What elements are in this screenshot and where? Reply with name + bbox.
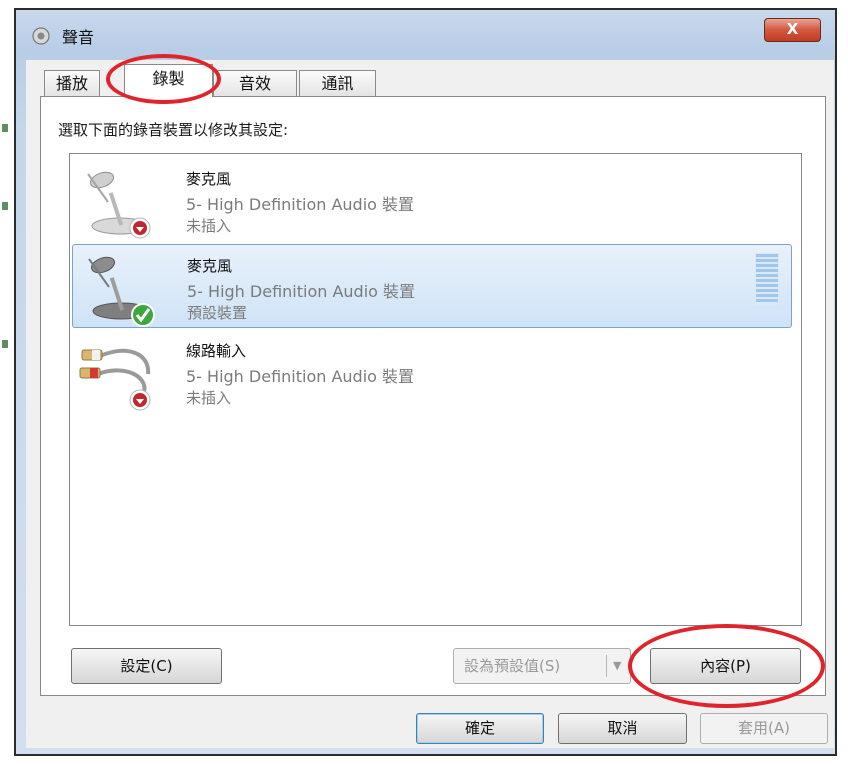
device-description: 5- High Definition Audio 裝置	[187, 282, 416, 301]
split-button-divider	[606, 655, 607, 677]
recording-tab-highlight-circle	[106, 54, 221, 104]
background-edge-mark	[2, 340, 8, 348]
device-status: 未插入	[186, 389, 232, 407]
tab-playback[interactable]: 播放	[44, 70, 100, 96]
window-title: 聲音	[62, 28, 95, 47]
device-description: 5- High Definition Audio 裝置	[186, 195, 415, 214]
device-description: 5- High Definition Audio 裝置	[186, 367, 415, 386]
device-name: 麥克風	[187, 257, 233, 275]
configure-button[interactable]: 設定(C)	[71, 648, 222, 684]
tab-sound-effects[interactable]: 音效	[213, 70, 297, 96]
device-item-microphone-default[interactable]: 麥克風 5- High Definition Audio 裝置 預設裝置	[72, 244, 792, 328]
device-status: 未插入	[186, 217, 232, 235]
microphone-icon	[87, 171, 151, 239]
background-edge-mark	[2, 124, 8, 132]
tab-communications[interactable]: 通訊	[299, 70, 376, 96]
device-item-line-in[interactable]: 線路輸入 5- High Definition Audio 裝置 未插入	[72, 330, 792, 414]
background-edge-mark	[2, 202, 8, 210]
device-item-microphone-unplugged[interactable]: 麥克風 5- High Definition Audio 裝置 未插入	[72, 158, 792, 242]
microphone-icon	[88, 256, 155, 327]
ok-button[interactable]: 確定	[416, 713, 544, 744]
properties-button-highlight-circle	[628, 624, 825, 708]
close-button[interactable]: X	[764, 18, 821, 42]
set-default-button[interactable]: 設為預設值(S) ▼	[453, 648, 631, 684]
chevron-down-icon[interactable]: ▼	[613, 649, 621, 683]
line-in-cable-icon	[79, 348, 151, 411]
volume-level-meter	[755, 253, 779, 305]
device-name: 麥克風	[186, 170, 232, 188]
speaker-icon	[32, 27, 50, 45]
device-name: 線路輸入	[186, 342, 247, 360]
apply-button[interactable]: 套用(A)	[700, 713, 828, 744]
device-status: 預設裝置	[187, 304, 248, 322]
cancel-button[interactable]: 取消	[558, 713, 687, 744]
instruction-text: 選取下面的錄音裝置以修改其設定:	[58, 121, 289, 139]
set-default-label: 設為預設值(S)	[464, 657, 561, 675]
